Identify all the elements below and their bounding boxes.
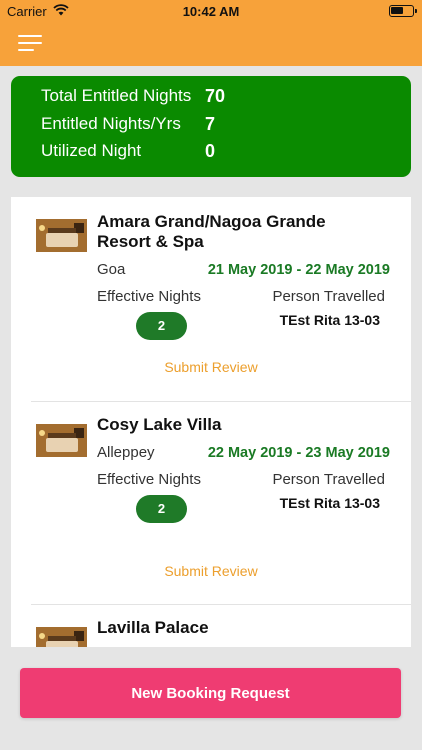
hotel-thumbnail bbox=[36, 627, 87, 647]
person-travelled-label: Person Travelled bbox=[272, 288, 385, 305]
summary-row-utilized: Utilized Night 0 bbox=[41, 140, 215, 162]
bookings-list[interactable]: Amara Grand/Nagoa Grande Resort & Spa Go… bbox=[11, 197, 411, 647]
new-booking-request-button[interactable]: New Booking Request bbox=[20, 668, 401, 718]
hotel-name: Lavilla Palace bbox=[97, 618, 209, 637]
battery-level bbox=[391, 7, 403, 14]
nav-bar bbox=[0, 22, 422, 66]
hotel-location: Goa bbox=[97, 261, 126, 278]
effective-nights-label: Effective Nights bbox=[97, 288, 201, 305]
booking-card[interactable]: Cosy Lake Villa Alleppey 22 May 2019 - 2… bbox=[11, 402, 411, 605]
submit-review-link[interactable]: Submit Review bbox=[11, 359, 411, 375]
submit-review-link[interactable]: Submit Review bbox=[11, 563, 411, 579]
battery-icon bbox=[389, 5, 417, 17]
status-time: 10:42 AM bbox=[182, 4, 240, 19]
hotel-thumbnail bbox=[36, 424, 87, 457]
hamburger-menu-icon[interactable] bbox=[18, 32, 44, 54]
summary-label: Total Entitled Nights bbox=[41, 86, 192, 105]
booking-card[interactable]: Lavilla Palace bbox=[11, 605, 411, 647]
effective-nights-label: Effective Nights bbox=[97, 471, 201, 488]
hotel-name: Amara Grand/Nagoa Grande Resort & Spa bbox=[97, 212, 326, 251]
person-travelled-name: TEst Rita 13-03 bbox=[279, 495, 380, 511]
hotel-name: Cosy Lake Villa bbox=[97, 415, 222, 434]
hotel-location: Alleppey bbox=[97, 444, 155, 461]
summary-value: 7 bbox=[205, 113, 216, 134]
hotel-thumbnail bbox=[36, 219, 87, 252]
summary-row-total-entitled: Total Entitled Nights 70 bbox=[41, 85, 225, 107]
summary-label: Entitled Nights/Yrs bbox=[41, 114, 181, 133]
summary-label: Utilized Night bbox=[41, 141, 142, 160]
stay-dates: 22 May 2019 - 23 May 2019 bbox=[207, 445, 390, 461]
status-bar: Carrier 10:42 AM bbox=[0, 0, 422, 22]
person-travelled-label: Person Travelled bbox=[272, 471, 385, 488]
effective-nights-badge: 2 bbox=[136, 312, 187, 340]
summary-row-entitled-per-year: Entitled Nights/Yrs 7 bbox=[41, 113, 215, 135]
person-travelled-name: TEst Rita 13-03 bbox=[279, 312, 380, 328]
booking-card[interactable]: Amara Grand/Nagoa Grande Resort & Spa Go… bbox=[11, 197, 411, 402]
summary-value: 0 bbox=[205, 140, 216, 161]
summary-value: 70 bbox=[205, 85, 226, 106]
stay-dates: 21 May 2019 - 22 May 2019 bbox=[207, 262, 390, 278]
effective-nights-badge: 2 bbox=[136, 495, 187, 523]
entitlement-summary-card: Total Entitled Nights 70 Entitled Nights… bbox=[11, 76, 411, 177]
